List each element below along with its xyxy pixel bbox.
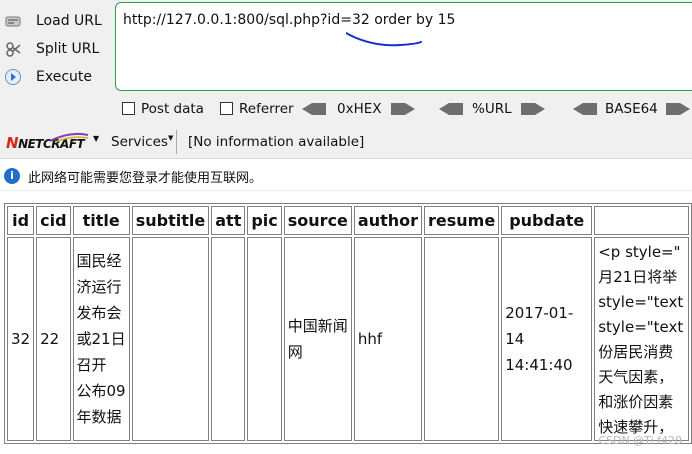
execute-label: Execute	[36, 69, 92, 85]
header-author: author	[353, 206, 423, 235]
results-table-container: id cid title subtitle att pic source aut…	[4, 203, 692, 444]
cell-resume	[424, 237, 500, 441]
table-row: 32 22 国民经济运行发布会或21日召开 公布09年数据 中国新闻网 hhf …	[7, 237, 689, 441]
csdn-watermark: CSDN @Ti f420	[598, 434, 682, 447]
content-line: <p style="	[598, 243, 681, 261]
cell-att	[211, 237, 246, 441]
referrer-label: Referrer	[239, 101, 294, 117]
load-url-button[interactable]: Load URL	[4, 9, 102, 33]
content-line: 份居民消费	[598, 343, 674, 361]
header-title: title	[72, 206, 130, 235]
header-resume: resume	[424, 206, 500, 235]
post-data-label: Post data	[141, 101, 204, 117]
header-pubdate: pubdate	[501, 206, 593, 235]
content-line: style="text	[598, 293, 684, 311]
cell-id: 32	[7, 237, 35, 441]
load-url-icon	[4, 12, 22, 30]
url-input[interactable]: http://127.0.0.1:800/sql.php?id=32 order…	[115, 2, 692, 91]
content-line: style="text	[598, 318, 684, 336]
cell-pubdate: 2017-01-14 14:41:40	[501, 237, 593, 441]
referrer-checkbox[interactable]	[220, 102, 233, 115]
base64-label[interactable]: BASE64	[605, 101, 658, 117]
header-subtitle: subtitle	[131, 206, 210, 235]
url-left-arrow-icon[interactable]	[439, 103, 463, 115]
content-line: 月21日将举	[598, 268, 678, 286]
split-url-icon	[4, 40, 22, 58]
split-url-label: Split URL	[36, 41, 100, 57]
execute-icon	[4, 68, 22, 86]
cell-subtitle	[131, 237, 210, 441]
content-line: 天气因素，	[598, 368, 674, 386]
split-url-button[interactable]: Split URL	[4, 37, 99, 61]
hex-right-arrow-icon[interactable]	[391, 103, 415, 115]
load-url-label: Load URL	[36, 13, 102, 29]
header-source: source	[283, 206, 352, 235]
netcraft-dropdown-arrow-icon[interactable]: ▼	[93, 134, 99, 143]
cell-pic	[247, 237, 282, 441]
header-att: att	[211, 206, 246, 235]
header-pic: pic	[247, 206, 282, 235]
base64-left-arrow-icon[interactable]	[573, 103, 597, 115]
hackbar-panel: Load URL Split URL Execute http://127.0.…	[0, 0, 692, 159]
cell-title: 国民经济运行发布会或21日召开 公布09年数据	[72, 237, 130, 441]
results-table: id cid title subtitle att pic source aut…	[4, 203, 692, 444]
cell-cid: 22	[36, 237, 71, 441]
site-info-text: [No information available]	[188, 134, 365, 150]
post-data-checkbox[interactable]	[122, 102, 135, 115]
hand-drawn-underline	[346, 32, 422, 47]
url-encode-label[interactable]: %URL	[472, 101, 512, 117]
info-icon: i	[4, 168, 20, 184]
cell-content: <p style=" 月21日将举 style="text style="tex…	[594, 237, 689, 441]
header-cid: cid	[36, 206, 71, 235]
network-notice-bar: i 此网络可能需要您登录才能使用互联网。	[0, 160, 692, 191]
netcraft-toolbar: NNETCRAFT ▼ Services▼ [No information av…	[0, 128, 692, 158]
services-menu[interactable]: Services▼	[111, 134, 173, 150]
cell-author: hhf	[353, 237, 423, 441]
hex-left-arrow-icon[interactable]	[302, 103, 326, 115]
header-content	[594, 206, 689, 235]
hackbar-options-row: Post data Referrer 0xHEX %URL BASE64	[118, 98, 692, 122]
url-right-arrow-icon[interactable]	[521, 103, 545, 115]
hex-label[interactable]: 0xHEX	[337, 101, 382, 117]
base64-right-arrow-icon[interactable]	[666, 103, 690, 115]
netcraft-swoosh-icon	[50, 132, 89, 143]
header-id: id	[7, 206, 35, 235]
notice-text: 此网络可能需要您登录才能使用互联网。	[28, 171, 263, 186]
pubdate-time: 14:41:40	[505, 356, 573, 374]
cell-source: 中国新闻网	[283, 237, 352, 441]
pubdate-date: 2017-01-14	[505, 304, 574, 348]
toolbar-divider	[176, 130, 177, 154]
table-header-row: id cid title subtitle att pic source aut…	[7, 206, 689, 235]
content-line: 和涨价因素	[598, 393, 674, 411]
execute-button[interactable]: Execute	[4, 65, 92, 89]
